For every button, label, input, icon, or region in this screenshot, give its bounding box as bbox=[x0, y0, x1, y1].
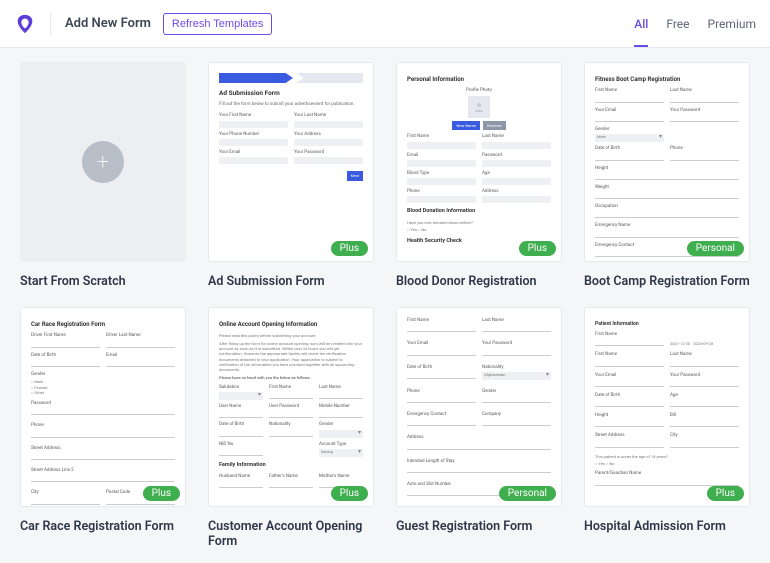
plus-icon: + bbox=[82, 141, 124, 183]
template-title: Car Race Registration Form bbox=[20, 519, 186, 534]
topbar: Add New Form Refresh Templates All Free … bbox=[0, 0, 770, 48]
plan-badge: Plus bbox=[707, 486, 744, 501]
template-thumb: Fitness Boot Camp Registration First Nam… bbox=[584, 62, 750, 262]
template-card[interactable]: Online Account Opening Information Pleas… bbox=[208, 307, 374, 549]
template-card[interactable]: Car Race Registration Form Driver First … bbox=[20, 307, 186, 549]
template-card[interactable]: First NameLast Name Your EmailYour Passw… bbox=[396, 307, 562, 549]
filter-premium[interactable]: Premium bbox=[708, 0, 756, 47]
template-title: Start From Scratch bbox=[20, 274, 186, 289]
refresh-templates-button[interactable]: Refresh Templates bbox=[163, 13, 273, 35]
template-title: Customer Account Opening Form bbox=[208, 519, 374, 549]
template-title: Blood Donor Registration bbox=[396, 274, 562, 289]
template-thumb: Car Race Registration Form Driver First … bbox=[20, 307, 186, 507]
filter-all[interactable]: All bbox=[634, 0, 648, 47]
template-thumb: Online Account Opening Information Pleas… bbox=[208, 307, 374, 507]
plan-badge: Plus bbox=[331, 241, 368, 256]
template-card[interactable]: Fitness Boot Camp Registration First Nam… bbox=[584, 62, 750, 289]
page-title: Add New Form bbox=[65, 16, 151, 31]
avatar-placeholder-icon bbox=[468, 96, 490, 118]
plan-badge: Plus bbox=[331, 486, 368, 501]
filter-tabs: All Free Premium bbox=[634, 0, 756, 47]
template-grid: + Start From Scratch Ad Submission Form … bbox=[0, 48, 770, 563]
template-thumb: Patient Information First Name2021-12-20… bbox=[584, 307, 750, 507]
plan-badge: Personal bbox=[687, 241, 744, 256]
plan-badge: Plus bbox=[519, 241, 556, 256]
template-thumb-blank: + bbox=[20, 62, 186, 262]
template-thumb: Personal Information Profile Photo New N… bbox=[396, 62, 562, 262]
divider bbox=[50, 12, 51, 36]
plan-badge: Personal bbox=[499, 486, 556, 501]
plan-badge: Plus bbox=[143, 486, 180, 501]
logo-icon bbox=[14, 13, 36, 35]
template-title: Ad Submission Form bbox=[208, 274, 374, 289]
template-title: Boot Camp Registration Form bbox=[584, 274, 750, 289]
template-title: Guest Registration Form bbox=[396, 519, 562, 534]
template-card[interactable]: Ad Submission Form Fill out the form bel… bbox=[208, 62, 374, 289]
template-card[interactable]: Personal Information Profile Photo New N… bbox=[396, 62, 562, 289]
template-card[interactable]: Patient Information First Name2021-12-20… bbox=[584, 307, 750, 549]
template-title: Hospital Admission Form bbox=[584, 519, 750, 534]
filter-free[interactable]: Free bbox=[666, 0, 689, 47]
template-thumb: First NameLast Name Your EmailYour Passw… bbox=[396, 307, 562, 507]
template-thumb: Ad Submission Form Fill out the form bel… bbox=[208, 62, 374, 262]
template-card[interactable]: + Start From Scratch bbox=[20, 62, 186, 289]
